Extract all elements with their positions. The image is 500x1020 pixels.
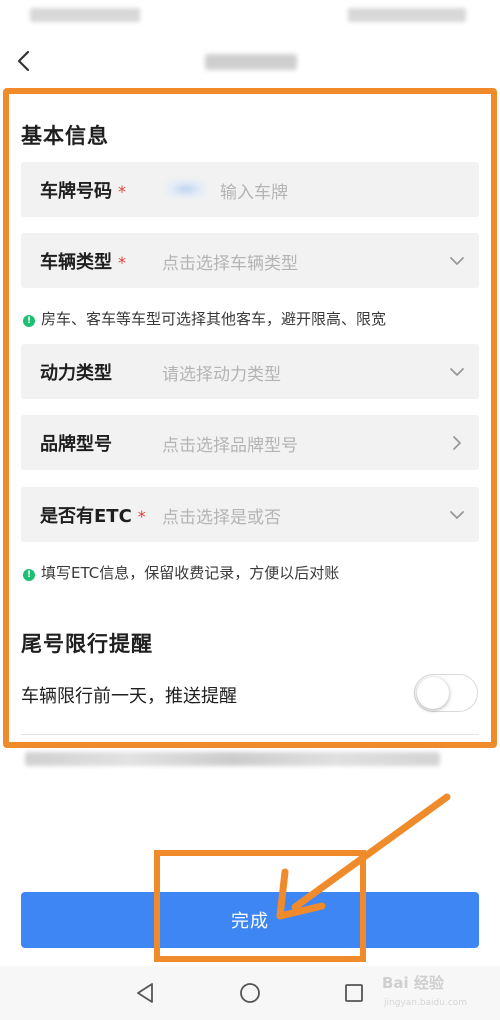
home-circle-icon[interactable] <box>237 980 263 1006</box>
restriction-reminder-label: 车辆限行前一天，推送提醒 <box>21 686 237 707</box>
status-left-blur <box>30 8 140 22</box>
page-title <box>205 54 297 70</box>
chevron-left-icon[interactable] <box>10 46 40 76</box>
restriction-note <box>25 752 440 766</box>
chevron-down-icon <box>450 511 464 519</box>
plate-province-selector[interactable] <box>166 180 206 198</box>
chevron-down-icon <box>450 257 464 265</box>
etc-placeholder: 点击选择是或否 <box>162 508 281 528</box>
section-title-restriction: 尾号限行提醒 <box>21 632 153 656</box>
plate-field[interactable]: 车牌号码 * 输入车牌 <box>21 162 479 217</box>
vehicle-type-tip: ! 房车、客车等车型可选择其他客车，避开限高、限宽 <box>23 308 386 329</box>
toggle-knob <box>417 677 449 709</box>
done-button[interactable]: 完成 <box>21 892 479 948</box>
chevron-right-icon <box>453 436 461 450</box>
required-star: * <box>137 507 146 526</box>
recents-square-icon[interactable] <box>341 980 367 1006</box>
brand-model-label: 品牌型号 <box>40 434 112 455</box>
chevron-down-icon <box>450 368 464 376</box>
etc-label: 是否有ETC * <box>40 506 146 527</box>
vehicle-type-placeholder: 点击选择车辆类型 <box>162 254 298 274</box>
nav-bar <box>0 36 500 86</box>
watermark-logo: Bai 经验 <box>382 974 444 992</box>
vehicle-form: 基本信息 车牌号码 * 输入车牌 车辆类型 * 点击选择车辆类型 ! 房车、客车等车型… <box>0 88 500 748</box>
required-star: * <box>118 253 126 272</box>
plate-input[interactable]: 输入车牌 <box>220 178 288 203</box>
status-bar <box>0 0 500 32</box>
power-type-label: 动力类型 <box>40 363 112 384</box>
vehicle-type-select[interactable]: 车辆类型 * 点击选择车辆类型 <box>21 233 479 288</box>
etc-select[interactable]: 是否有ETC * 点击选择是或否 <box>21 487 479 542</box>
brand-model-placeholder: 点击选择品牌型号 <box>162 436 298 456</box>
power-type-select[interactable]: 动力类型 请选择动力类型 <box>21 344 479 399</box>
restriction-reminder-toggle[interactable] <box>414 674 478 712</box>
brand-model-select[interactable]: 品牌型号 点击选择品牌型号 <box>21 415 479 470</box>
required-star: * <box>118 182 126 201</box>
exclamation-circle-icon: ! <box>23 315 35 327</box>
exclamation-circle-icon: ! <box>23 569 35 581</box>
vehicle-type-label: 车辆类型 * <box>40 252 126 273</box>
etc-tip: ! 填写ETC信息，保留收费记录，方便以后对账 <box>23 562 339 583</box>
back-triangle-icon[interactable] <box>133 980 159 1006</box>
section-title-basic: 基本信息 <box>21 124 109 148</box>
divider <box>21 734 479 735</box>
plate-label: 车牌号码 * <box>40 181 126 202</box>
status-right-blur <box>348 8 466 22</box>
watermark-url: jingyan.baidu.com <box>384 998 468 1008</box>
power-type-placeholder: 请选择动力类型 <box>162 365 281 385</box>
